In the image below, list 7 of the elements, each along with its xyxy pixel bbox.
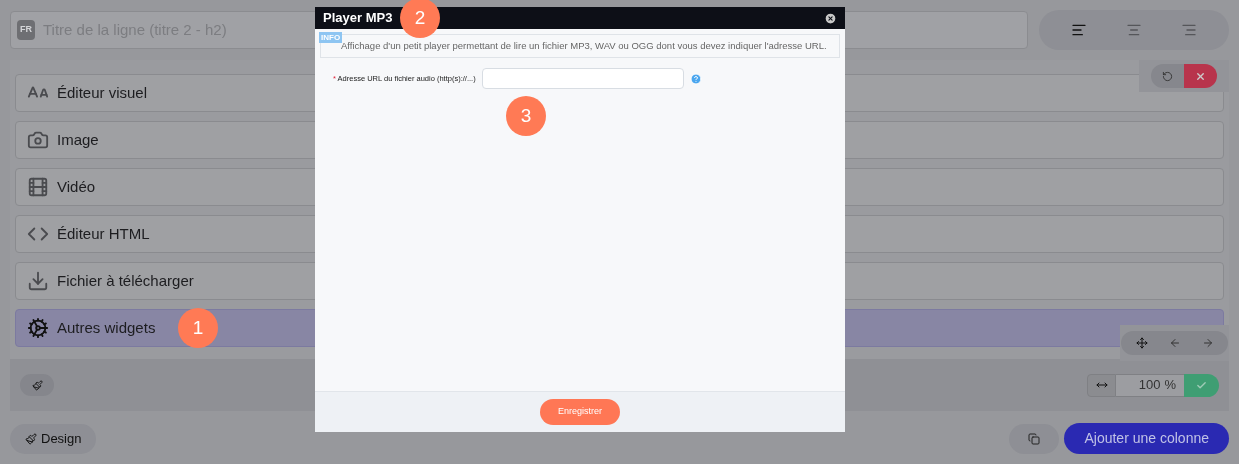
info-badge: INFO bbox=[319, 32, 343, 43]
modal-title: Player MP3 bbox=[323, 9, 393, 28]
width-unit: % bbox=[1164, 376, 1176, 395]
width-value: 100 bbox=[1138, 376, 1161, 395]
language-badge: FR bbox=[17, 20, 35, 40]
callout-badge: 2 bbox=[400, 0, 440, 38]
info-text: Affichage d'un petit player permettant de lire un fichier MP3, WAV ou OGG dont vous devez indiquer l'adresse URL. bbox=[341, 38, 827, 53]
